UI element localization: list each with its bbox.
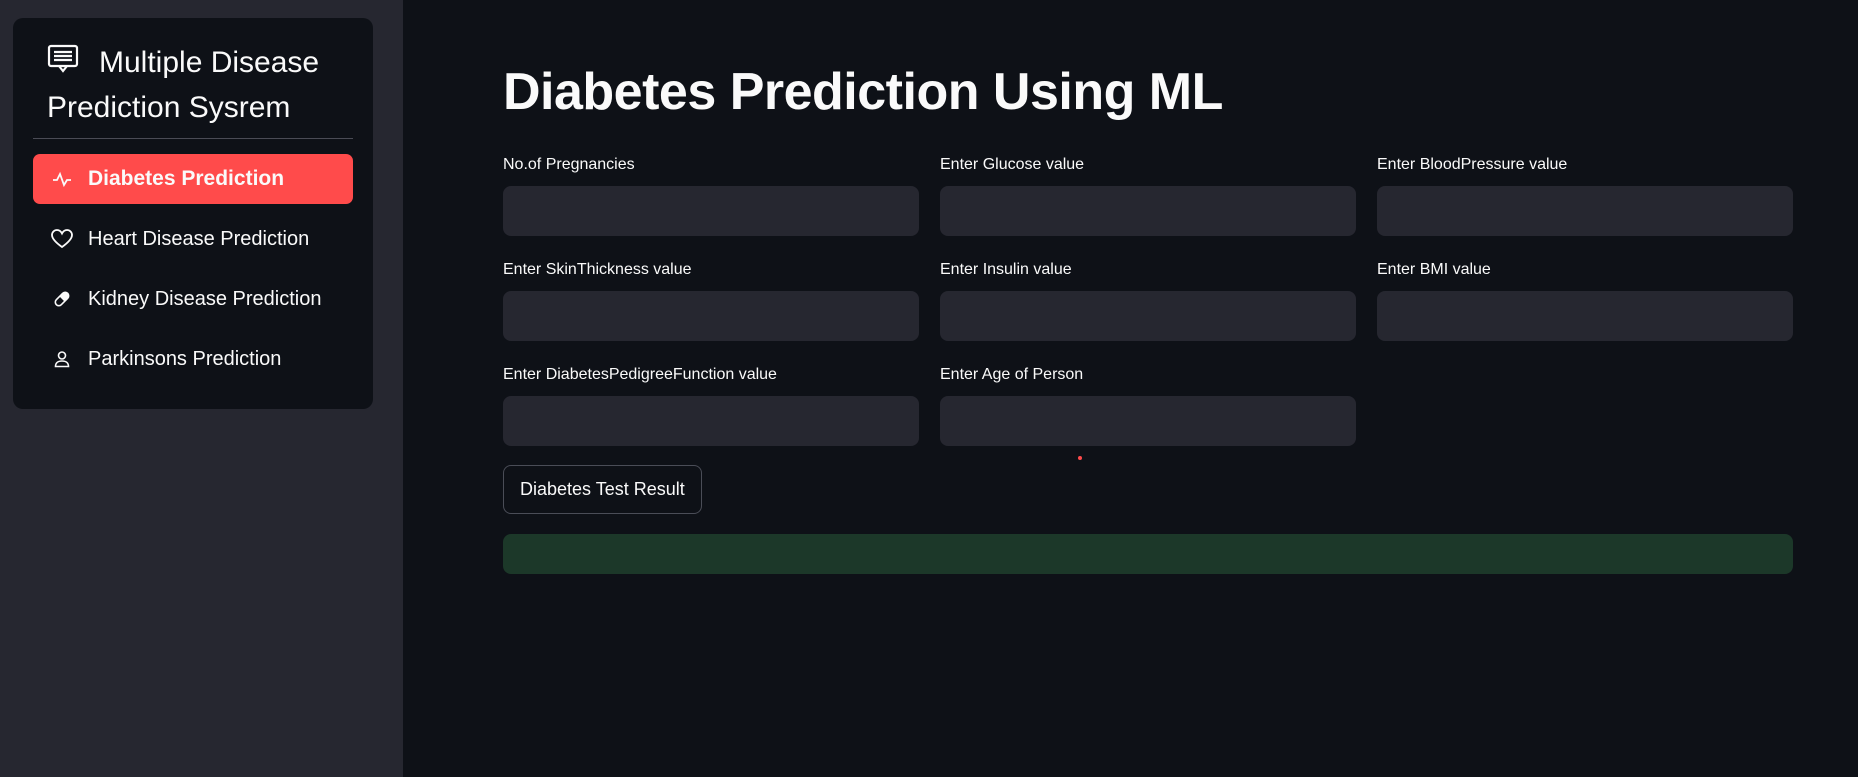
pedigree-function-field: Enter DiabetesPedigreeFunction value xyxy=(503,365,919,446)
field-label: Enter BMI value xyxy=(1377,261,1491,278)
menu-divider xyxy=(33,138,353,139)
sidebar: Multiple Disease Prediction Sysrem Diabe… xyxy=(0,0,403,777)
insulin-field: Enter Insulin value xyxy=(940,260,1356,341)
field-label: Enter SkinThickness value xyxy=(503,261,692,278)
insulin-input[interactable] xyxy=(940,291,1356,341)
menu-list-icon xyxy=(47,42,81,73)
skin-thickness-input[interactable] xyxy=(503,291,919,341)
menu-item-parkinsons[interactable]: Parkinsons Prediction xyxy=(33,334,353,384)
menu-item-label: Parkinsons Prediction xyxy=(88,347,282,370)
field-label: Enter DiabetesPedigreeFunction value xyxy=(503,366,777,383)
main-content: Diabetes Prediction Using ML No.of Pregn… xyxy=(403,0,1858,777)
glucose-field: Enter Glucose value xyxy=(940,155,1356,236)
cursor-dot xyxy=(1078,456,1082,460)
field-label: Enter Insulin value xyxy=(940,261,1072,278)
age-field: Enter Age of Person xyxy=(940,365,1356,446)
bmi-input[interactable] xyxy=(1377,291,1793,341)
blood-pressure-input[interactable] xyxy=(1377,186,1793,236)
heart-icon xyxy=(51,228,73,250)
activity-icon xyxy=(51,168,73,190)
glucose-input[interactable] xyxy=(940,186,1356,236)
menu-item-label: Kidney Disease Prediction xyxy=(88,287,322,310)
menu-item-label: Heart Disease Prediction xyxy=(88,227,310,250)
skin-thickness-field: Enter SkinThickness value xyxy=(503,260,919,341)
field-label: Enter Glucose value xyxy=(940,156,1085,173)
pregnancies-input[interactable] xyxy=(503,186,919,236)
blood-pressure-field: Enter BloodPressure value xyxy=(1377,155,1793,236)
pregnancies-field: No.of Pregnancies xyxy=(503,155,919,236)
pedigree-function-input[interactable] xyxy=(503,396,919,446)
field-label: Enter BloodPressure value xyxy=(1377,156,1568,173)
menu-item-heart[interactable]: Heart Disease Prediction xyxy=(33,214,353,264)
capsule-icon xyxy=(51,288,73,310)
menu-item-label: Diabetes Prediction xyxy=(88,167,285,190)
age-input[interactable] xyxy=(940,396,1356,446)
page-title: Diabetes Prediction Using ML xyxy=(503,63,1223,121)
diabetes-test-result-button[interactable]: Diabetes Test Result xyxy=(503,465,702,514)
option-menu: Multiple Disease Prediction Sysrem Diabe… xyxy=(13,18,373,409)
menu-item-kidney[interactable]: Kidney Disease Prediction xyxy=(33,274,353,324)
result-message xyxy=(503,534,1793,574)
person-icon xyxy=(51,348,73,370)
menu-item-diabetes[interactable]: Diabetes Prediction xyxy=(33,154,353,204)
field-label: No.of Pregnancies xyxy=(503,156,635,173)
menu-title: Multiple Disease Prediction Sysrem xyxy=(47,40,347,130)
field-label: Enter Age of Person xyxy=(940,366,1084,383)
bmi-field: Enter BMI value xyxy=(1377,260,1793,341)
menu-title-text: Multiple Disease Prediction Sysrem xyxy=(47,46,320,124)
